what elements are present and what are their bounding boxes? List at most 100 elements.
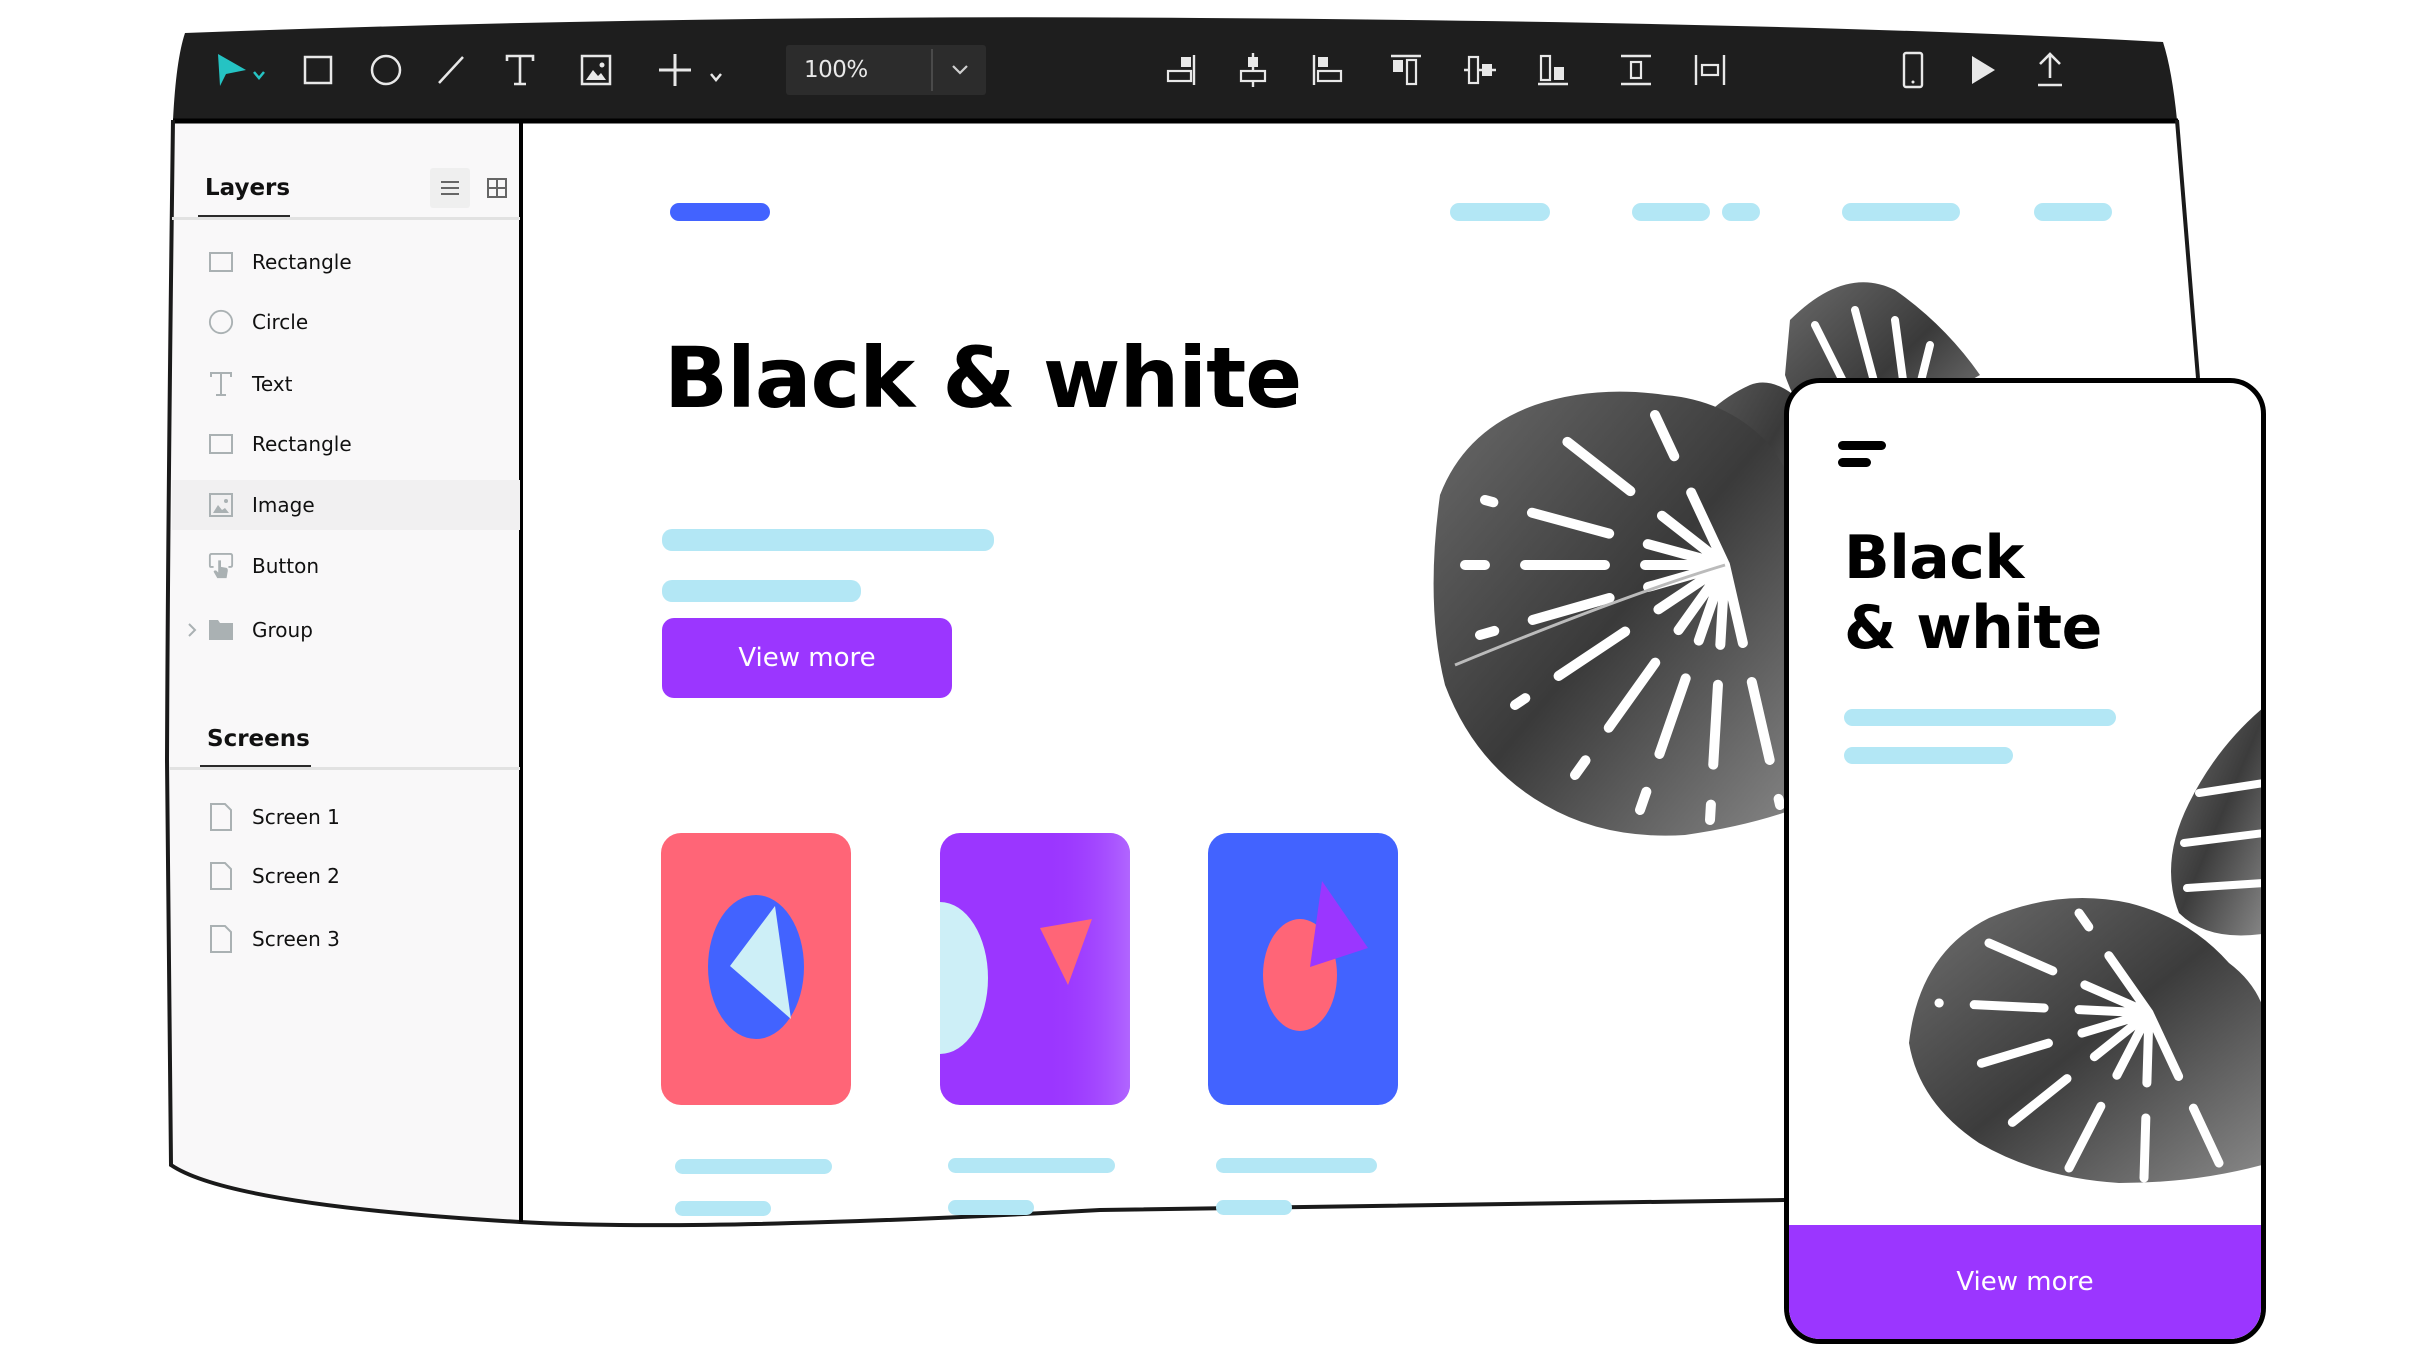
layer-item-group[interactable]: Group [172, 605, 520, 655]
play-icon [1972, 56, 1995, 84]
select-tool-button[interactable] [208, 46, 278, 94]
leaf-shape [1433, 391, 1805, 836]
circle-icon [208, 309, 234, 335]
layer-item-button[interactable]: Button [172, 541, 520, 591]
nav-link-placeholder[interactable] [1722, 203, 1760, 221]
distribute-horizontal-icon [1694, 55, 1726, 85]
align-horizontal-center-button[interactable] [1229, 46, 1277, 94]
layer-label: Group [252, 618, 313, 642]
rectangle-tool-button[interactable] [294, 46, 342, 94]
play-preview-button[interactable] [1958, 46, 2006, 94]
text-icon [505, 54, 535, 86]
circle-icon [370, 54, 402, 86]
view-more-button[interactable]: View more [662, 618, 952, 698]
hero-title[interactable]: Black & white [664, 336, 1302, 420]
phone-view-more-button[interactable]: View more [1789, 1225, 2261, 1339]
distribute-vertical-button[interactable] [1612, 46, 1660, 94]
device-preview-button[interactable] [1889, 46, 1937, 94]
card-caption-placeholder[interactable] [675, 1201, 771, 1216]
logo-placeholder[interactable] [670, 203, 770, 221]
screens-panel-rule [169, 767, 520, 770]
coral-card[interactable] [661, 833, 851, 1105]
layer-label: Text [252, 372, 293, 396]
layer-item-circle[interactable]: Circle [172, 297, 520, 347]
line-icon [438, 56, 464, 84]
purple-triangle-shape [1310, 881, 1368, 967]
zoom-dropdown-button[interactable] [934, 45, 986, 95]
phone-hero-title[interactable]: Black & white [1844, 523, 2102, 663]
grid-view-button[interactable] [477, 168, 517, 208]
cursor-arrow-icon [218, 54, 246, 86]
distribute-horizontal-button[interactable] [1686, 46, 1734, 94]
button-pointer-icon [208, 553, 234, 579]
add-tool-button[interactable] [652, 46, 732, 94]
align-top-icon [1391, 54, 1421, 86]
folder-icon [208, 617, 234, 643]
card-caption-placeholder[interactable] [1216, 1200, 1292, 1215]
align-vertical-center-button[interactable] [1456, 46, 1504, 94]
screen-item[interactable]: Screen 3 [172, 914, 520, 964]
monstera-leaves-image[interactable] [1899, 683, 2266, 1203]
align-horizontal-center-icon [1239, 53, 1267, 87]
line-tool-button[interactable] [427, 46, 475, 94]
zoom-value[interactable]: 100% [804, 45, 868, 95]
card-caption-placeholder[interactable] [675, 1159, 832, 1174]
text-tool-button[interactable] [496, 46, 544, 94]
card-caption-placeholder[interactable] [1216, 1158, 1377, 1173]
rectangle-icon [208, 431, 234, 457]
rectangle-icon [208, 249, 234, 275]
layer-item-rectangle[interactable]: Rectangle [172, 419, 520, 469]
nav-link-placeholder[interactable] [1450, 203, 1550, 221]
grid-view-icon [487, 178, 507, 198]
layer-label: Rectangle [252, 250, 352, 274]
screen-item[interactable]: Screen 1 [172, 792, 520, 842]
export-button[interactable] [2026, 46, 2074, 94]
ellipse-tool-button[interactable] [362, 46, 410, 94]
chevron-down-icon [253, 71, 265, 80]
layer-label: Circle [252, 310, 309, 334]
nav-link-placeholder[interactable] [1842, 203, 1960, 221]
screen-label: Screen 1 [252, 805, 340, 829]
image-tool-button[interactable] [572, 46, 620, 94]
align-left-icon [1312, 55, 1343, 85]
layer-item-rectangle[interactable]: Rectangle [172, 237, 520, 287]
align-top-button[interactable] [1382, 46, 1430, 94]
text-icon [208, 371, 234, 397]
image-icon [208, 492, 234, 518]
leaf-shape [1909, 898, 2261, 1183]
align-right-icon [1166, 55, 1196, 85]
card-caption-placeholder[interactable] [948, 1200, 1034, 1215]
phone-title-line: Black [1844, 523, 2024, 593]
list-view-button[interactable] [430, 168, 470, 208]
align-right-button[interactable] [1158, 46, 1206, 94]
layers-panel-title[interactable]: Layers [205, 175, 290, 201]
hamburger-menu-icon[interactable] [1838, 439, 1890, 471]
align-vertical-center-icon [1464, 55, 1496, 85]
sidebar-background [167, 123, 520, 1222]
nav-link-placeholder[interactable] [2034, 203, 2112, 221]
page-icon [208, 925, 234, 953]
text-line-placeholder[interactable] [662, 529, 994, 551]
chevron-down-icon [710, 73, 722, 82]
screens-panel-title[interactable]: Screens [207, 726, 310, 752]
text-line-placeholder[interactable] [662, 580, 861, 602]
leaf-shape [2171, 709, 2261, 936]
purple-card[interactable] [940, 833, 1130, 1105]
mobile-preview-frame[interactable]: Black & white View more [1784, 378, 2266, 1344]
zoom-select[interactable]: 100% [786, 45, 986, 95]
layer-item-image[interactable]: Image [172, 480, 520, 530]
layers-panel-rule [172, 217, 520, 220]
chevron-down-icon [952, 65, 968, 75]
align-left-button[interactable] [1303, 46, 1351, 94]
screen-label: Screen 2 [252, 864, 340, 888]
blue-card[interactable] [1208, 833, 1398, 1105]
mobile-device-icon [1902, 51, 1924, 89]
chevron-right-icon[interactable] [186, 620, 198, 640]
screen-item[interactable]: Screen 2 [172, 851, 520, 901]
layer-item-text[interactable]: Text [172, 359, 520, 409]
nav-link-placeholder[interactable] [1632, 203, 1710, 221]
align-bottom-button[interactable] [1529, 46, 1577, 94]
rectangle-icon [303, 55, 333, 85]
layer-label: Image [252, 493, 315, 517]
card-caption-placeholder[interactable] [948, 1158, 1115, 1173]
